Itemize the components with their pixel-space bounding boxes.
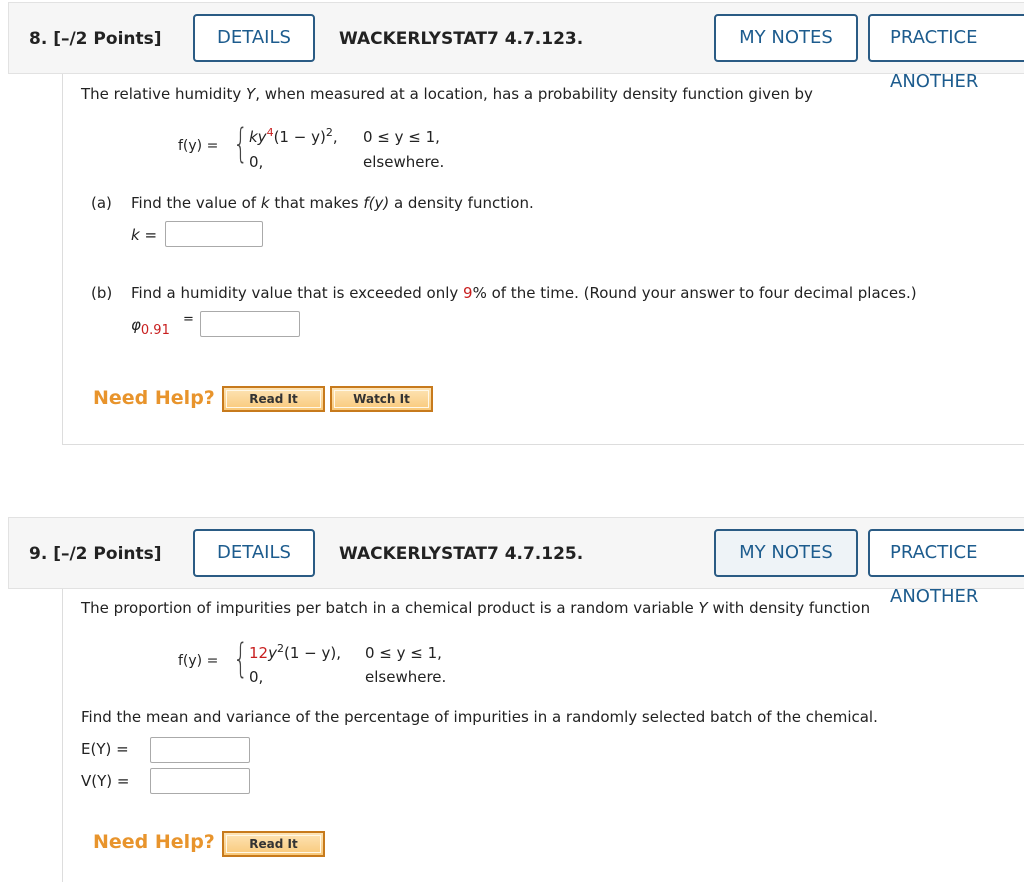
k-label: k = xyxy=(131,226,158,244)
case-1-condition: 0 ≤ y ≤ 1, xyxy=(365,644,442,662)
question-intro: The relative humidity Y, when measured a… xyxy=(81,85,813,103)
case-comma: , xyxy=(332,128,338,146)
part-b-label: (b) xyxy=(91,284,113,302)
case-k: ky xyxy=(249,128,267,146)
fy-label: f(y) = xyxy=(178,138,219,154)
ey-label: E(Y) = xyxy=(81,740,129,758)
question-number: 9. [–/2 Points] xyxy=(29,544,162,564)
practice-another-button[interactable]: PRACTICE ANOTHER xyxy=(868,14,1024,92)
intro-variable: Y xyxy=(246,85,256,103)
read-it-label: Read It xyxy=(226,835,321,853)
watch-it-label: Watch It xyxy=(334,390,429,408)
case-square: 2 xyxy=(325,126,333,139)
case-coefficient: 12 xyxy=(249,644,269,662)
case-2-expression: 0, xyxy=(249,668,264,686)
ey-input[interactable] xyxy=(150,737,250,763)
part-a-label: (a) xyxy=(91,194,112,212)
brace-icon: { xyxy=(233,121,249,167)
case-y: y xyxy=(268,644,277,662)
question-9-body: The proportion of impurities per batch i… xyxy=(62,589,1024,882)
case-rest: (1 − y), xyxy=(283,644,341,662)
phi-subscript: 0.91 xyxy=(140,323,170,338)
part-a-text-3: a density function. xyxy=(389,194,534,212)
part-b-text-1: Find a humidity value that is exceeded o… xyxy=(131,284,464,302)
case-1-expression: 12y2(1 − y), xyxy=(249,642,341,662)
part-a-text-2: that makes xyxy=(269,194,364,212)
question-9-header: 9. [–/2 Points] DETAILS WACKERLYSTAT7 4.… xyxy=(8,517,1024,607)
brace-icon: { xyxy=(233,636,249,682)
phi-equals: = xyxy=(183,312,194,327)
intro-text: The proportion of impurities per batch i… xyxy=(81,599,699,617)
part-b-text: Find a humidity value that is exceeded o… xyxy=(131,284,917,302)
question-text: Find the mean and variance of the percen… xyxy=(81,708,878,726)
practice-another-button[interactable]: PRACTICE ANOTHER xyxy=(868,529,1024,607)
case-1-expression: ky4(1 − y)2, xyxy=(249,126,338,146)
case-exponent: 4 xyxy=(266,126,274,139)
k-input[interactable] xyxy=(165,221,263,247)
case-2-condition: elsewhere. xyxy=(363,153,445,171)
case-exponent: 2 xyxy=(276,642,284,655)
phi-symbol: φ xyxy=(131,316,141,334)
vy-input[interactable] xyxy=(150,768,250,794)
intro-text-end: with density function xyxy=(707,599,871,617)
intro-text-end: , when measured at a location, has a pro… xyxy=(255,85,813,103)
phi-input[interactable] xyxy=(200,311,300,337)
read-it-label: Read It xyxy=(226,390,321,408)
fy-label: f(y) = xyxy=(178,653,219,669)
watch-it-button[interactable]: Watch It xyxy=(330,386,433,412)
phi-label: φ0.91 xyxy=(131,316,170,338)
need-help-label: Need Help? xyxy=(93,831,215,853)
vy-label: V(Y) = xyxy=(81,772,130,790)
read-it-button[interactable]: Read It xyxy=(222,386,325,412)
case-2-condition: elsewhere. xyxy=(365,668,447,686)
my-notes-button[interactable]: MY NOTES xyxy=(714,14,858,62)
question-intro: The proportion of impurities per batch i… xyxy=(81,599,870,617)
question-8-header: 8. [–/2 Points] DETAILS WACKERLYSTAT7 4.… xyxy=(8,2,1024,92)
question-number: 8. [–/2 Points] xyxy=(29,29,162,49)
intro-text: The relative humidity xyxy=(81,85,247,103)
problem-code: WACKERLYSTAT7 4.7.125. xyxy=(339,544,584,564)
case-2-expression: 0, xyxy=(249,153,264,171)
problem-code: WACKERLYSTAT7 4.7.123. xyxy=(339,29,584,49)
part-a-fy: f(y) xyxy=(363,194,390,212)
case-rest: (1 − y) xyxy=(273,128,326,146)
intro-variable: Y xyxy=(698,599,708,617)
details-button[interactable]: DETAILS xyxy=(193,14,315,62)
part-a-k: k xyxy=(260,194,270,212)
part-b-percent: 9 xyxy=(463,284,473,302)
part-a-text: Find the value of k that makes f(y) a de… xyxy=(131,194,534,212)
case-1-condition: 0 ≤ y ≤ 1, xyxy=(363,128,440,146)
details-button[interactable]: DETAILS xyxy=(193,529,315,577)
read-it-button[interactable]: Read It xyxy=(222,831,325,857)
question-8-body: The relative humidity Y, when measured a… xyxy=(62,74,1024,445)
part-b-text-2: % of the time. (Round your answer to fou… xyxy=(472,284,917,302)
need-help-label: Need Help? xyxy=(93,387,215,409)
my-notes-button[interactable]: MY NOTES xyxy=(714,529,858,577)
part-a-text-1: Find the value of xyxy=(131,194,261,212)
